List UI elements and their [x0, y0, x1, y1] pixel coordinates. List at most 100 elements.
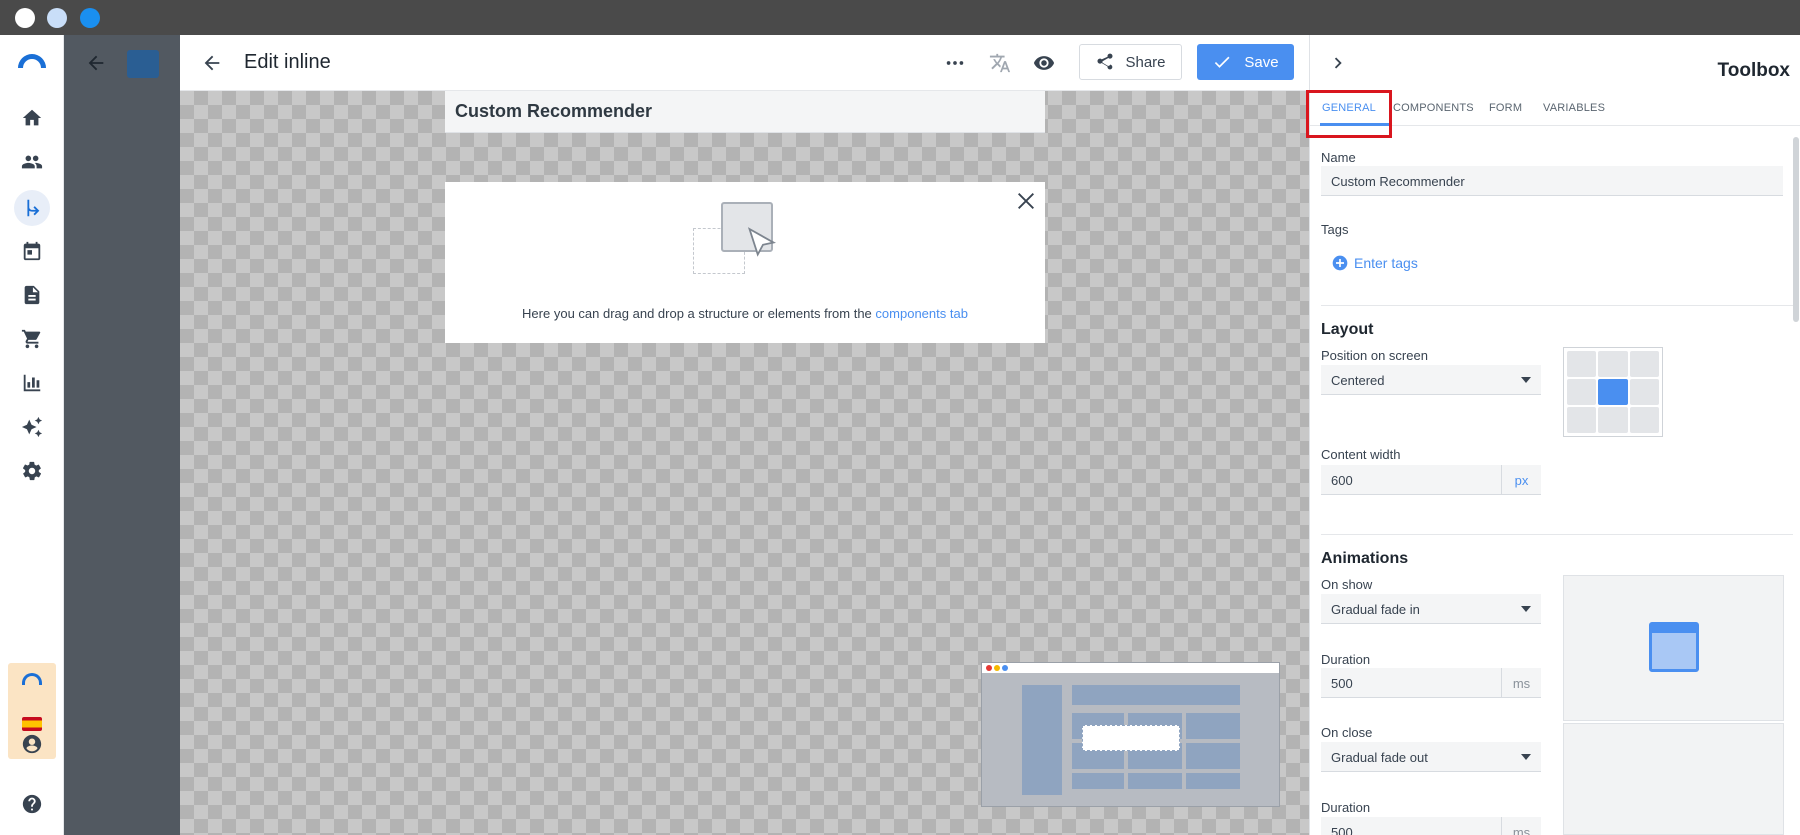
duration-unit: ms [1501, 668, 1541, 698]
tags-label: Tags [1321, 222, 1349, 237]
block-title: Custom Recommender [455, 101, 653, 121]
cart-icon[interactable] [20, 327, 44, 351]
duration-label: Duration [1321, 652, 1371, 667]
general-tab-highlight [1306, 90, 1392, 138]
share-icon [1097, 53, 1113, 70]
position-cell-center[interactable] [1598, 379, 1628, 405]
minimap-content-block [1072, 773, 1124, 789]
on-close-label: On close [1321, 725, 1373, 740]
on-show-label: On show [1321, 577, 1373, 592]
duration-close-value: 500 [1331, 825, 1353, 835]
minimap-content-block [1186, 713, 1240, 739]
position-cell-middle-right[interactable] [1629, 379, 1659, 405]
people-icon[interactable] [20, 150, 44, 174]
on-close-value: Gradual fade out [1331, 750, 1428, 765]
name-label: Name [1321, 150, 1356, 165]
on-show-animation-preview [1563, 575, 1784, 721]
dropdown-caret-icon [1521, 377, 1531, 383]
position-cell-top-center[interactable] [1598, 351, 1628, 377]
editor-topbar: Edit inline Share Save [180, 35, 1309, 91]
close-icon[interactable] [1015, 190, 1037, 212]
minimap-popup-position [1082, 725, 1180, 751]
content-width-field[interactable]: 600 px [1321, 465, 1541, 495]
journey-branch-icon[interactable] [20, 196, 44, 220]
name-value: Custom Recommender [1331, 174, 1465, 189]
minimap-sidebar-block [1022, 685, 1062, 795]
tab-components[interactable]: COMPONENTS [1393, 102, 1474, 114]
drop-text: Here you can drag and drop a structure o… [522, 306, 872, 321]
tab-variables[interactable]: VARIABLES [1543, 102, 1605, 114]
position-cell-bottom-left[interactable] [1567, 407, 1597, 433]
animations-section-title: Animations [1321, 550, 1409, 567]
collapse-panel-chevron-icon[interactable] [1326, 51, 1350, 75]
duration-close-label: Duration [1321, 800, 1371, 815]
minimap-content-block [1128, 773, 1182, 789]
position-cell-top-right[interactable] [1629, 351, 1659, 377]
drop-zone[interactable]: Here you can drag and drop a structure o… [445, 182, 1045, 343]
position-cell-middle-left[interactable] [1567, 379, 1597, 405]
left-navigation [0, 35, 64, 835]
help-icon[interactable] [20, 792, 44, 816]
back-arrow-icon[interactable] [200, 51, 224, 75]
bar-chart-icon[interactable] [20, 371, 44, 395]
position-cell-bottom-right[interactable] [1629, 407, 1659, 433]
components-tab-link[interactable]: components tab [875, 306, 968, 321]
on-show-value: Gradual fade in [1331, 602, 1420, 617]
document-icon[interactable] [20, 283, 44, 307]
section-divider [1321, 534, 1793, 535]
dropdown-caret-icon [1521, 754, 1531, 760]
settings-gear-icon[interactable] [20, 459, 44, 483]
add-circle-icon [1332, 255, 1348, 271]
preview-eye-icon[interactable] [1032, 51, 1056, 75]
app-logo[interactable] [16, 49, 48, 73]
share-button[interactable]: Share [1079, 44, 1182, 80]
section-divider [1321, 305, 1793, 306]
calendar-icon[interactable] [20, 239, 44, 263]
account-icon[interactable] [20, 732, 44, 756]
window-close-button[interactable] [15, 8, 35, 28]
background-overlay [64, 35, 180, 835]
share-label: Share [1125, 53, 1166, 71]
tab-form[interactable]: FORM [1489, 102, 1522, 114]
window-title-bar [0, 0, 1800, 35]
position-select[interactable]: Centered [1321, 365, 1541, 395]
duration-value: 500 [1331, 676, 1353, 691]
minimap-content-block [1186, 743, 1240, 769]
save-button[interactable]: Save [1197, 44, 1294, 80]
duration-close-unit: ms [1501, 817, 1541, 835]
duration-field[interactable]: 500 ms [1321, 668, 1541, 698]
dropdown-caret-icon [1521, 606, 1531, 612]
layout-section-title: Layout [1321, 321, 1374, 338]
home-icon[interactable] [20, 106, 44, 130]
enter-tags-button[interactable]: Enter tags [1332, 255, 1418, 271]
panel-scrollbar[interactable] [1793, 137, 1799, 322]
minimap-titlebar [982, 663, 1279, 673]
position-value: Centered [1331, 373, 1385, 388]
position-cell-bottom-center[interactable] [1598, 407, 1628, 433]
position-cell-top-left[interactable] [1567, 351, 1597, 377]
name-field[interactable]: Custom Recommender [1321, 166, 1783, 196]
enter-tags-label: Enter tags [1354, 255, 1418, 271]
drop-instructions: Here you can drag and drop a structure o… [445, 306, 1045, 321]
save-label: Save [1244, 53, 1279, 71]
position-label: Position on screen [1321, 348, 1428, 363]
more-options-icon[interactable] [943, 51, 967, 75]
translate-icon[interactable] [988, 51, 1012, 75]
block-header[interactable]: Custom Recommender [445, 91, 1045, 133]
sparkles-icon[interactable] [20, 415, 44, 439]
editor-canvas[interactable]: Custom Recommender Here you can drag and… [180, 91, 1309, 835]
toolbox-title: Toolbox [1717, 60, 1790, 81]
drag-drop-illustration-icon [693, 202, 783, 282]
duration-close-field[interactable]: 500 ms [1321, 817, 1541, 835]
layout-minimap[interactable] [981, 662, 1280, 807]
window-maximize-button[interactable] [80, 8, 100, 28]
device-icon [127, 50, 159, 78]
content-width-label: Content width [1321, 447, 1401, 462]
minimap-content-block [1186, 773, 1240, 789]
toolbox-panel: Toolbox GENERAL COMPONENTS FORM VARIABLE… [1309, 35, 1800, 835]
window-preview-icon [1649, 622, 1699, 672]
on-close-select[interactable]: Gradual fade out [1321, 742, 1541, 772]
spain-flag-icon [22, 717, 42, 731]
window-minimize-button[interactable] [47, 8, 67, 28]
on-show-select[interactable]: Gradual fade in [1321, 594, 1541, 624]
